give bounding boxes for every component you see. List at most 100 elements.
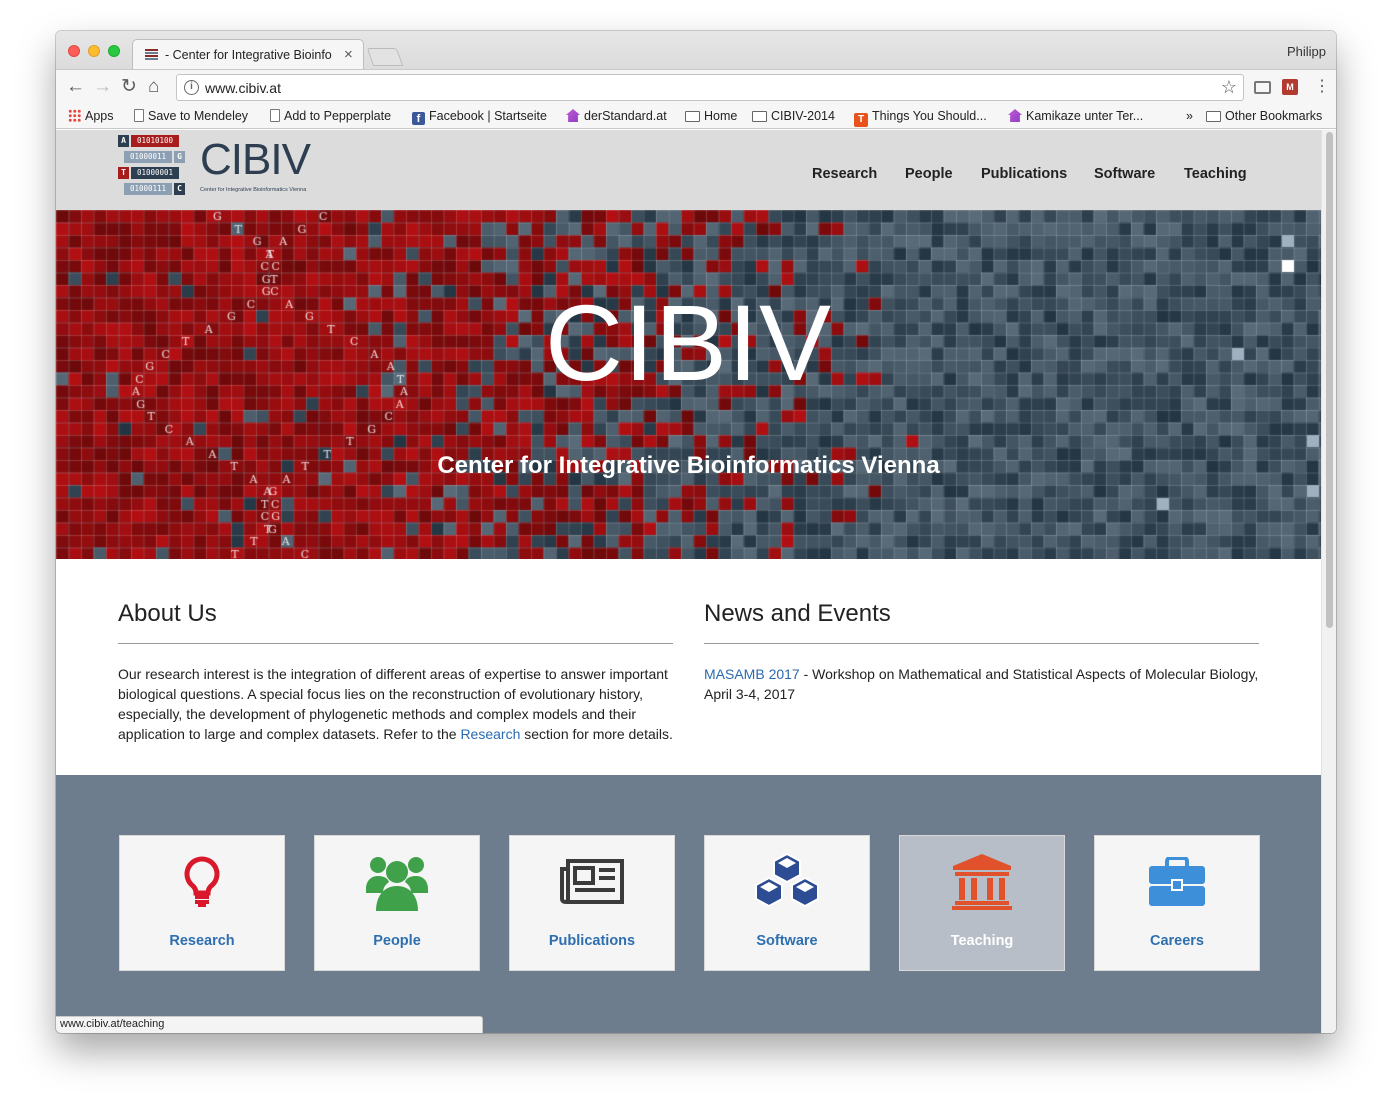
bookmark-label: Save to Mendeley <box>148 109 249 123</box>
bookmark-label: Facebook | Startseite <box>429 109 547 123</box>
house-icon <box>1008 109 1022 122</box>
lightbulb-icon <box>120 850 284 914</box>
bookmarks-overflow-icon[interactable]: » <box>1186 109 1193 123</box>
tile-publications[interactable]: Publications <box>509 835 675 971</box>
cast-icon[interactable] <box>1254 81 1271 94</box>
tile-teaching[interactable]: Teaching <box>899 835 1065 971</box>
bookmark-label: Kamikaze unter Ter... <box>1026 109 1144 123</box>
extension-icon[interactable]: M <box>1282 79 1298 95</box>
tile-label: People <box>373 933 421 949</box>
nav-teaching[interactable]: Teaching <box>1184 166 1247 182</box>
bookmark-things[interactable]: T Things You Should... <box>854 109 987 127</box>
about-text-end: section for more details. <box>520 726 673 742</box>
newspaper-icon <box>510 850 674 914</box>
status-url-bubble: www.cibiv.at/teaching <box>56 1016 483 1033</box>
tile-label: Research <box>169 933 235 949</box>
browser-window: - Center for Integrative Bioinfo × Phili… <box>56 31 1336 1033</box>
bookmark-kamikaze[interactable]: Kamikaze unter Ter... <box>1008 109 1143 123</box>
tile-research[interactable]: Research <box>119 835 285 971</box>
bookmark-label: Home <box>704 109 738 123</box>
url-text[interactable]: www.cibiv.at <box>205 80 281 96</box>
hero-subtitle: Center for Integrative Bioinformatics Vi… <box>437 452 940 479</box>
masamb-link[interactable]: MASAMB 2017 <box>704 666 800 682</box>
t-icon: T <box>854 113 868 127</box>
bookmark-other[interactable]: Other Bookmarks <box>1206 109 1322 123</box>
research-link[interactable]: Research <box>460 726 520 742</box>
cubes-icon <box>705 850 869 914</box>
bookmark-home[interactable]: Home <box>685 109 737 123</box>
bookmark-cibiv-2014[interactable]: CIBIV-2014 <box>752 109 835 123</box>
bookmark-label: Apps <box>85 109 114 123</box>
back-arrow-icon[interactable]: ← <box>66 76 85 98</box>
tile-label: Teaching <box>950 933 1014 949</box>
logo-wordmark: CIBIV <box>200 135 311 184</box>
menu-dots-icon[interactable]: ⋮ <box>1314 77 1330 97</box>
zoom-window-button[interactable] <box>108 45 120 57</box>
bookmark-apps[interactable]: Apps <box>68 109 114 123</box>
about-text: Our research interest is the integration… <box>118 664 673 744</box>
bookmark-label: derStandard.at <box>584 109 667 123</box>
logo-subtitle: Center for Integrative Bioinformatics Vi… <box>200 187 307 193</box>
folder-icon <box>1206 111 1221 122</box>
logo-letter: A <box>118 135 129 147</box>
news-heading: News and Events <box>704 600 1259 644</box>
apps-icon <box>68 109 81 122</box>
folder-icon <box>752 111 767 122</box>
logo-bits: 01010100 <box>131 135 179 147</box>
bookmark-label: Add to Pepperplate <box>284 109 392 123</box>
briefcase-icon <box>1095 850 1259 914</box>
bookmark-facebook[interactable]: f Facebook | Startseite <box>412 109 547 125</box>
folder-icon <box>685 111 700 122</box>
profile-name[interactable]: Philipp <box>1287 44 1326 59</box>
news-section: News and Events MASAMB 2017 - Workshop o… <box>704 600 1259 704</box>
nav-publications[interactable]: Publications <box>981 166 1067 182</box>
page-scrollbar[interactable] <box>1321 130 1336 1033</box>
tile-people[interactable]: People <box>314 835 480 971</box>
logo-bits: 01000001 <box>131 167 179 179</box>
reload-icon[interactable]: ↻ <box>121 76 137 98</box>
logo-bits: 01000111 <box>124 183 172 195</box>
browser-toolbar: ← → ↻ ⌂ i www.cibiv.at ☆ M ⋮ <box>56 69 1336 105</box>
page-viewport: A 01010100 01000011 G T 01000001 0100011… <box>56 130 1336 1033</box>
page-icon <box>134 109 144 122</box>
minimize-window-button[interactable] <box>88 45 100 57</box>
address-bar[interactable]: i www.cibiv.at ☆ <box>176 74 1244 101</box>
scrollbar-thumb[interactable] <box>1326 132 1333 628</box>
cibiv-logo[interactable]: A 01010100 01000011 G T 01000001 0100011… <box>118 135 318 197</box>
tile-label: Software <box>756 933 818 949</box>
info-icon[interactable]: i <box>184 80 199 95</box>
bookmark-mendeley[interactable]: Save to Mendeley <box>134 109 248 123</box>
tile-careers[interactable]: Careers <box>1094 835 1260 971</box>
forward-arrow-icon[interactable]: → <box>93 76 112 98</box>
home-icon[interactable]: ⌂ <box>148 76 159 98</box>
cibiv-favicon-icon <box>145 49 158 61</box>
logo-bits: 01000011 <box>124 151 172 163</box>
nav-research[interactable]: Research <box>812 166 877 182</box>
bookmark-star-icon[interactable]: ☆ <box>1221 77 1237 98</box>
hero-title: CIBIV <box>544 282 833 403</box>
about-heading: About Us <box>118 600 673 644</box>
tab-close-icon[interactable]: × <box>344 46 353 63</box>
tile-software[interactable]: Software <box>704 835 870 971</box>
hero-banner: CIBIV Center for Integrative Bioinformat… <box>56 210 1321 559</box>
bookmark-label: CIBIV-2014 <box>771 109 835 123</box>
nav-software[interactable]: Software <box>1094 166 1155 182</box>
news-item: MASAMB 2017 - Workshop on Mathematical a… <box>704 664 1259 704</box>
nav-people[interactable]: People <box>905 166 953 182</box>
tab-title: - Center for Integrative Bioinfo <box>165 48 332 62</box>
screen: - Center for Integrative Bioinfo × Phili… <box>0 0 1392 1113</box>
bookmark-label: Things You Should... <box>872 109 987 123</box>
new-tab-button[interactable] <box>366 48 404 66</box>
bookmark-label: Other Bookmarks <box>1225 109 1323 123</box>
bookmark-derstandard[interactable]: derStandard.at <box>566 109 667 123</box>
institution-icon <box>900 850 1064 914</box>
tile-label: Publications <box>548 933 636 949</box>
bookmarks-bar: Apps Save to Mendeley Add to Pepperplate… <box>56 105 1336 129</box>
people-icon <box>315 850 479 914</box>
logo-letter: C <box>174 183 185 195</box>
bookmark-pepperplate[interactable]: Add to Pepperplate <box>270 109 391 123</box>
browser-tab[interactable]: - Center for Integrative Bioinfo × <box>132 39 364 70</box>
about-section: About Us Our research interest is the in… <box>118 600 673 744</box>
quick-links-band: Research People Publications Software Te… <box>56 775 1321 1033</box>
close-window-button[interactable] <box>68 45 80 57</box>
